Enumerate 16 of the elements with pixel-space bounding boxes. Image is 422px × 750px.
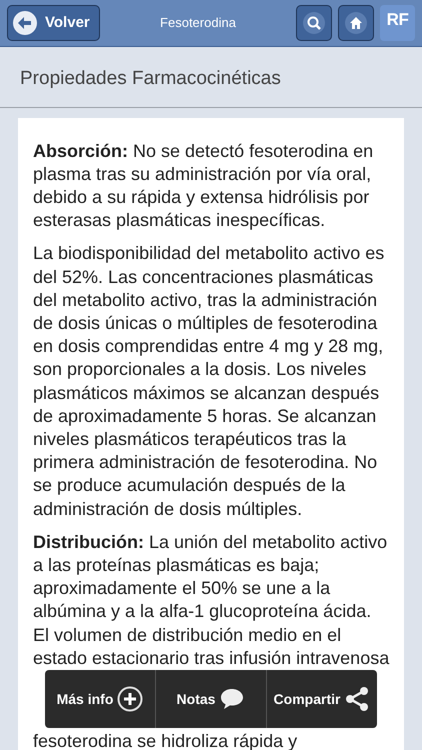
home-button[interactable] — [338, 5, 374, 41]
toolbar-button[interactable]: Notas — [155, 670, 266, 728]
page-title: Fesoterodina — [160, 14, 236, 32]
section-heading: Propiedades Farmacocinéticas — [20, 67, 282, 91]
toolbar-button[interactable]: Compartir — [266, 670, 377, 728]
back-button[interactable]: Volver — [7, 5, 100, 41]
speech-bubble-icon — [219, 687, 246, 711]
share-icon — [344, 686, 370, 712]
plus-circle-icon — [117, 686, 144, 712]
body-paragraph: La biodisponibilidad del metabolito activo es del 52%. Las concentraciones plasmáticas del metabolito activo, tras la administración de dosis únicas o múltiples de fesoterodina en dosis comprendidas entre 4 mg y 28 mg, son proporcionales a la dosis. Los niveles plasmáticos máximos se alcanzan después de aproximadamente 5 horas. Se alcanzan niveles plasmáticos terapéuticos tras la primera administración de fesoterodina. No se produce acumulación después de la administración de dosis múltiples. — [33, 242, 386, 521]
search-icon — [303, 12, 325, 34]
home-icon — [345, 12, 367, 34]
toolbar-button[interactable]: Más info — [45, 670, 155, 728]
body-paragraph: Distribución: La unión del metabolito activo a las proteínas plasmáticas es baja; aproximadamente el 50% se une a la albúmina y a la alfa-1 glucoproteína ácida. El volumen de distribución medio en el estado estacionario tras infusión intravenosa — [33, 530, 390, 670]
body-paragraph: Absorción: No se detectó fesoterodina en plasma tras su administración por vía oral, debido a su rápida y extensa hidrólisis por esterasas plasmáticas inespecíficas. — [33, 140, 374, 232]
search-button[interactable] — [296, 5, 332, 41]
